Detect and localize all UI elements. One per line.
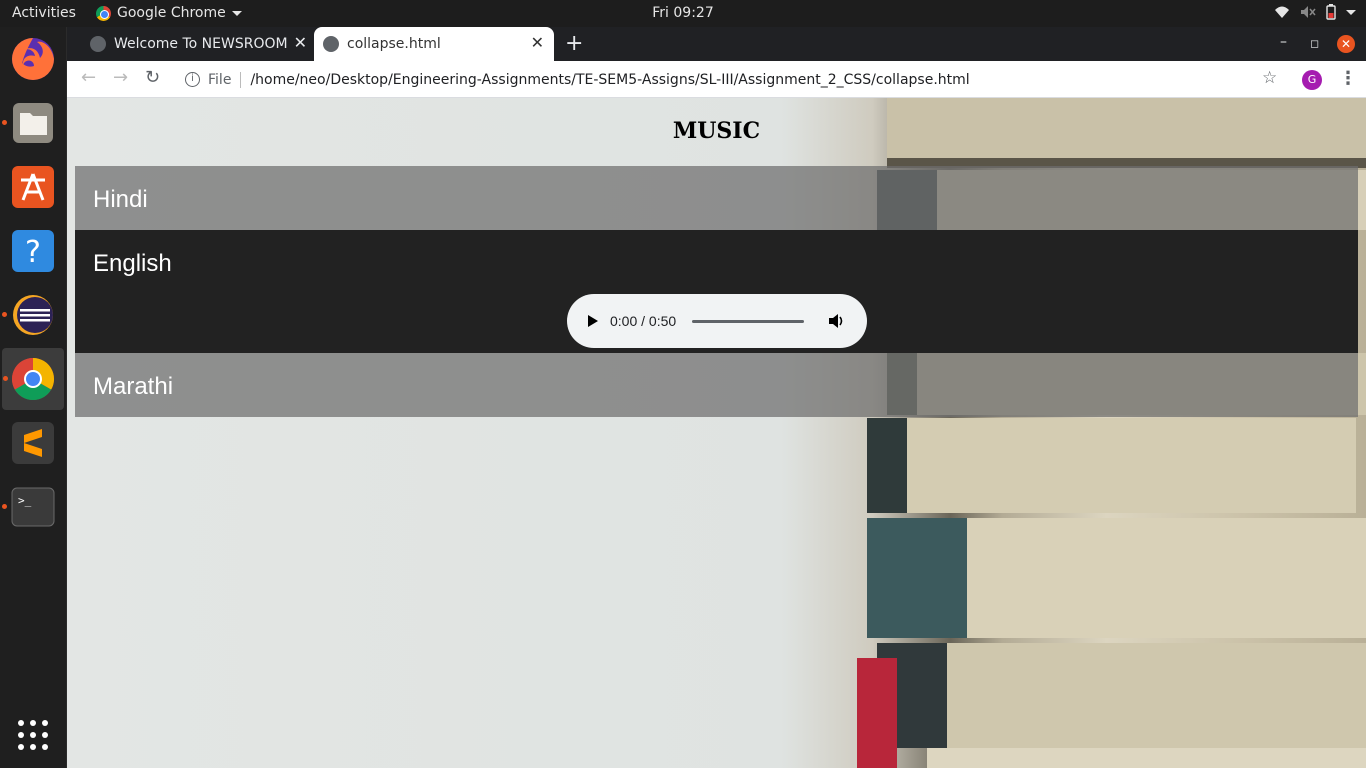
minimize-button[interactable]: – <box>1280 34 1287 50</box>
chrome-icon <box>11 358 55 401</box>
sublime-launcher[interactable] <box>9 419 57 467</box>
eclipse-icon <box>13 295 53 335</box>
files-icon <box>13 103 53 143</box>
forward-button[interactable]: → <box>113 67 128 88</box>
play-icon[interactable] <box>588 315 598 327</box>
close-tab-icon[interactable]: ✕ <box>531 35 544 51</box>
system-top-bar: Activities Google Chrome Fri 09:27 <box>0 0 1366 27</box>
svg-text:>_: >_ <box>18 494 32 507</box>
wifi-icon <box>1275 6 1289 18</box>
reload-button[interactable]: ↻ <box>145 67 160 88</box>
activities-button[interactable]: Activities <box>12 5 76 21</box>
system-tray[interactable] <box>1274 4 1356 20</box>
app-menu-label: Google Chrome <box>117 5 226 21</box>
info-icon[interactable]: i <box>185 72 200 87</box>
scheme-label: File <box>208 71 232 88</box>
volume-icon[interactable] <box>828 313 844 329</box>
accordion-label: Marathi <box>93 373 174 400</box>
globe-icon <box>323 36 339 52</box>
new-tab-button[interactable]: + <box>565 31 583 56</box>
tab-newsroom[interactable]: Welcome To NEWSROOM ✕ <box>81 27 317 61</box>
software-launcher[interactable] <box>9 163 57 211</box>
firefox-icon <box>12 38 54 80</box>
app-menu[interactable]: Google Chrome <box>96 5 242 21</box>
browser-toolbar: ← → ↻ i File /home/neo/Desktop/Engineeri… <box>67 61 1366 98</box>
volume-muted-icon <box>1301 6 1316 18</box>
running-indicator <box>3 376 8 381</box>
close-tab-icon[interactable]: ✕ <box>294 35 307 51</box>
software-icon <box>12 166 54 208</box>
eclipse-launcher[interactable] <box>2 291 57 339</box>
chevron-down-icon <box>231 10 242 16</box>
help-icon: ? <box>12 230 54 272</box>
terminal-icon: >_ <box>11 487 55 527</box>
battery-icon <box>1326 4 1336 20</box>
firefox-launcher[interactable] <box>9 35 57 83</box>
running-indicator <box>2 504 7 509</box>
apps-grid-icon <box>18 720 48 750</box>
files-launcher[interactable] <box>2 99 57 147</box>
chrome-launcher[interactable] <box>2 348 64 410</box>
accordion-english[interactable]: English 0:00 / 0:50 <box>75 230 1358 353</box>
accordion-hindi[interactable]: Hindi <box>75 166 1358 230</box>
globe-icon <box>90 36 106 52</box>
profile-avatar[interactable]: G <box>1302 70 1322 90</box>
separator <box>240 71 242 88</box>
tab-strip: Welcome To NEWSROOM ✕ collapse.html ✕ + … <box>67 27 1366 61</box>
chrome-icon <box>96 5 111 21</box>
page-viewport: MUSIC Hindi English 0:00 / 0:50 Marathi <box>67 98 1366 768</box>
window-close-button[interactable]: ✕ <box>1337 35 1355 53</box>
running-indicator <box>2 312 7 317</box>
tab-collapse[interactable]: collapse.html ✕ <box>314 27 554 61</box>
back-button[interactable]: ← <box>81 67 96 88</box>
help-launcher[interactable]: ? <box>9 227 57 275</box>
sublime-icon <box>12 422 54 464</box>
tab-title: Welcome To NEWSROOM <box>114 36 288 52</box>
terminal-launcher[interactable]: >_ <box>2 483 57 531</box>
svg-text:?: ? <box>25 235 41 270</box>
menu-kebab-icon[interactable]: ⋮ <box>1339 68 1357 89</box>
accordion-label: English <box>93 250 172 277</box>
accordion-label: Hindi <box>93 186 148 213</box>
clock[interactable]: Fri 09:27 <box>652 5 713 21</box>
url-text: /home/neo/Desktop/Engineering-Assignment… <box>250 71 970 88</box>
bookmark-star-icon[interactable]: ☆ <box>1262 68 1277 88</box>
show-applications-button[interactable] <box>9 711 57 759</box>
dock: ? >_ <box>0 27 67 768</box>
running-indicator <box>2 120 7 125</box>
address-bar[interactable]: i File /home/neo/Desktop/Engineering-Ass… <box>177 65 1287 94</box>
audio-time: 0:00 / 0:50 <box>610 313 677 329</box>
tab-title: collapse.html <box>347 36 441 52</box>
page-title: MUSIC <box>672 118 761 144</box>
audio-seek-bar[interactable] <box>692 319 805 323</box>
chevron-down-icon <box>1346 9 1356 15</box>
accordion-marathi[interactable]: Marathi <box>75 353 1358 417</box>
audio-player[interactable]: 0:00 / 0:50 <box>567 294 867 348</box>
maximize-button[interactable]: ◻ <box>1310 37 1319 50</box>
